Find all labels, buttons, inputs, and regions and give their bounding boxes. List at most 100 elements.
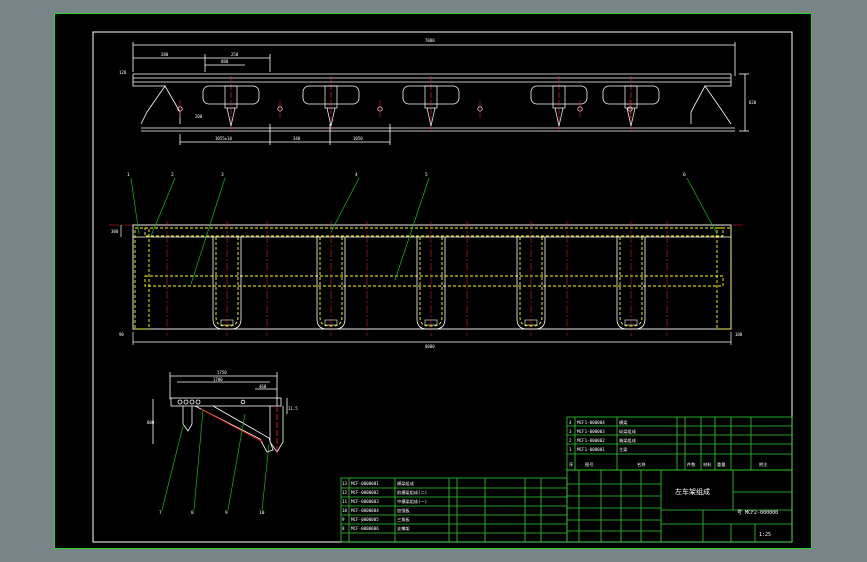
- top-hole: [577, 100, 583, 118]
- side-balloon: 9: [225, 413, 246, 516]
- dim-side-right: 11.5: [288, 406, 298, 411]
- svg-text:件数: 件数: [687, 461, 696, 468]
- svg-text:4: 4: [569, 420, 572, 425]
- dim-overall-top: 7080: [425, 38, 435, 43]
- svg-text:MCF-0000001: MCF-0000001: [351, 481, 379, 486]
- top-pocket: [302, 76, 360, 132]
- dim-side-small: 460: [259, 384, 267, 389]
- svg-text:8: 8: [342, 526, 345, 531]
- svg-text:支撑架: 支撑架: [397, 525, 410, 532]
- svg-text:8: 8: [191, 510, 194, 516]
- mid-balloon: 2: [150, 172, 176, 237]
- svg-text:横梁组成: 横梁组成: [397, 480, 414, 487]
- mid-balloon: 5: [394, 172, 430, 281]
- parts-row: 12 MCF-0000002 前横梁组成(二): [342, 489, 427, 496]
- dim-side-left: 800: [147, 420, 155, 425]
- top-pocket: [530, 76, 588, 132]
- side-view-leaders: 7 8 9 10: [159, 409, 270, 516]
- dim-d3: 880: [221, 59, 229, 64]
- svg-text:MCF-0000002: MCF-0000002: [351, 490, 379, 495]
- dim-mid-br: 100: [735, 332, 743, 337]
- svg-text:MCF1-000004: MCF1-000004: [577, 420, 605, 425]
- dim-d7: 1050: [353, 136, 363, 141]
- parts-upper-row: 1 MCF1-000001 主梁: [569, 446, 628, 453]
- cad-drawing: 7080 280 250 880 120 200 620 1055±10 340…: [92, 31, 793, 543]
- svg-text:7: 7: [159, 510, 162, 516]
- dim-side-top: 1750: [217, 370, 227, 375]
- parts-header: 序 图号 名称 件数 材料 重量 附注: [569, 461, 768, 468]
- svg-text:MCF-0000004: MCF-0000004: [351, 508, 379, 513]
- svg-text:4: 4: [355, 172, 358, 178]
- svg-text:重量: 重量: [717, 461, 725, 468]
- top-pocket: [202, 76, 260, 132]
- svg-text:MCF1-000002: MCF1-000002: [577, 438, 605, 443]
- svg-text:横梁: 横梁: [619, 419, 628, 426]
- dim-d5: 1055±10: [215, 136, 232, 141]
- svg-text:3: 3: [569, 429, 572, 434]
- svg-text:11: 11: [342, 499, 348, 504]
- parts-row: 9 MCF-0000005 三角板: [342, 516, 410, 523]
- top-pocket: [602, 76, 660, 132]
- dim-d4: 200: [195, 114, 203, 119]
- title-text: 左车架组成 号 MCF2-000000 1:25: [675, 487, 778, 538]
- mid-balloon: 4: [330, 172, 360, 233]
- svg-text:序: 序: [569, 461, 573, 468]
- svg-text:主梁: 主梁: [619, 446, 628, 453]
- svg-text:中横梁组成(一): 中横梁组成(一): [397, 498, 427, 505]
- svg-text:三角板: 三角板: [397, 516, 410, 523]
- svg-text:2: 2: [171, 172, 174, 178]
- drawing-number: 号 MCF2-000000: [737, 510, 778, 516]
- svg-text:13: 13: [342, 481, 348, 486]
- dim-left-small: 120: [119, 70, 127, 75]
- cad-viewport[interactable]: 7080 280 250 880 120 200 620 1055±10 340…: [0, 0, 867, 562]
- parts-row: 10 MCF-0000004 加强板: [342, 507, 410, 514]
- svg-text:10: 10: [342, 508, 348, 513]
- svg-text:MCF-0000005: MCF-0000005: [351, 517, 379, 522]
- dim-d6: 340: [293, 136, 301, 141]
- parts-upper-row: 3 MCF1-000003 纵梁组成: [569, 428, 636, 435]
- svg-text:2: 2: [569, 438, 572, 443]
- svg-text:前横梁组成(二): 前横梁组成(二): [397, 489, 427, 496]
- dim-overall-mid: 8080: [425, 344, 435, 349]
- svg-text:MCF-0000006: MCF-0000006: [351, 526, 379, 531]
- top-hole: [277, 100, 283, 118]
- svg-text:MCF-0000003: MCF-0000003: [351, 499, 379, 504]
- svg-text:9: 9: [342, 517, 345, 522]
- top-view: [132, 42, 749, 145]
- middle-view-pockets: [212, 237, 646, 330]
- svg-text:12: 12: [342, 490, 348, 495]
- svg-text:附注: 附注: [759, 461, 768, 468]
- parts-row: 11 MCF-0000003 中横梁组成(一): [342, 498, 427, 505]
- svg-text:材料: 材料: [703, 461, 712, 468]
- dim-side-inner: 1700: [213, 377, 223, 382]
- svg-text:1: 1: [569, 447, 572, 452]
- svg-text:图号: 图号: [585, 462, 593, 468]
- svg-text:6: 6: [683, 172, 686, 178]
- parts-upper-row: 2 MCF1-000002 端梁组成: [569, 437, 636, 444]
- svg-text:名称: 名称: [637, 461, 645, 468]
- parts-upper-row: 4 MCF1-000004 横梁: [569, 419, 628, 426]
- dim-height: 620: [749, 100, 757, 105]
- side-balloon: 7: [159, 425, 184, 516]
- svg-text:纵梁组成: 纵梁组成: [619, 428, 636, 435]
- svg-text:9: 9: [225, 510, 228, 516]
- dim-mid-bl: 90: [119, 332, 124, 337]
- parts-row: 13 MCF-0000001 横梁组成: [342, 480, 414, 487]
- middle-view-dims: 8080 380 90 100: [111, 229, 743, 349]
- svg-text:加强板: 加强板: [397, 507, 410, 514]
- dim-d2: 250: [231, 52, 239, 57]
- parts-row: 8 MCF-0000006 支撑架: [342, 525, 410, 532]
- top-hole: [377, 100, 383, 118]
- svg-text:MCF1-000001: MCF1-000001: [577, 447, 605, 452]
- dim-mid-left: 380: [111, 229, 119, 234]
- svg-text:端梁组成: 端梁组成: [619, 437, 636, 444]
- side-balloon: 8: [191, 409, 204, 516]
- top-pocket: [402, 76, 460, 132]
- dim-d1: 280: [161, 52, 169, 57]
- top-view-dims: 7080 280 250 880 120 200 620 1055±10 340…: [119, 38, 757, 141]
- drawing-scale: 1:25: [759, 532, 771, 538]
- side-view: [152, 372, 288, 454]
- drawing-title: 左车架组成: [675, 487, 710, 496]
- side-balloon: 10: [259, 443, 270, 516]
- svg-text:MCF1-000003: MCF1-000003: [577, 429, 605, 434]
